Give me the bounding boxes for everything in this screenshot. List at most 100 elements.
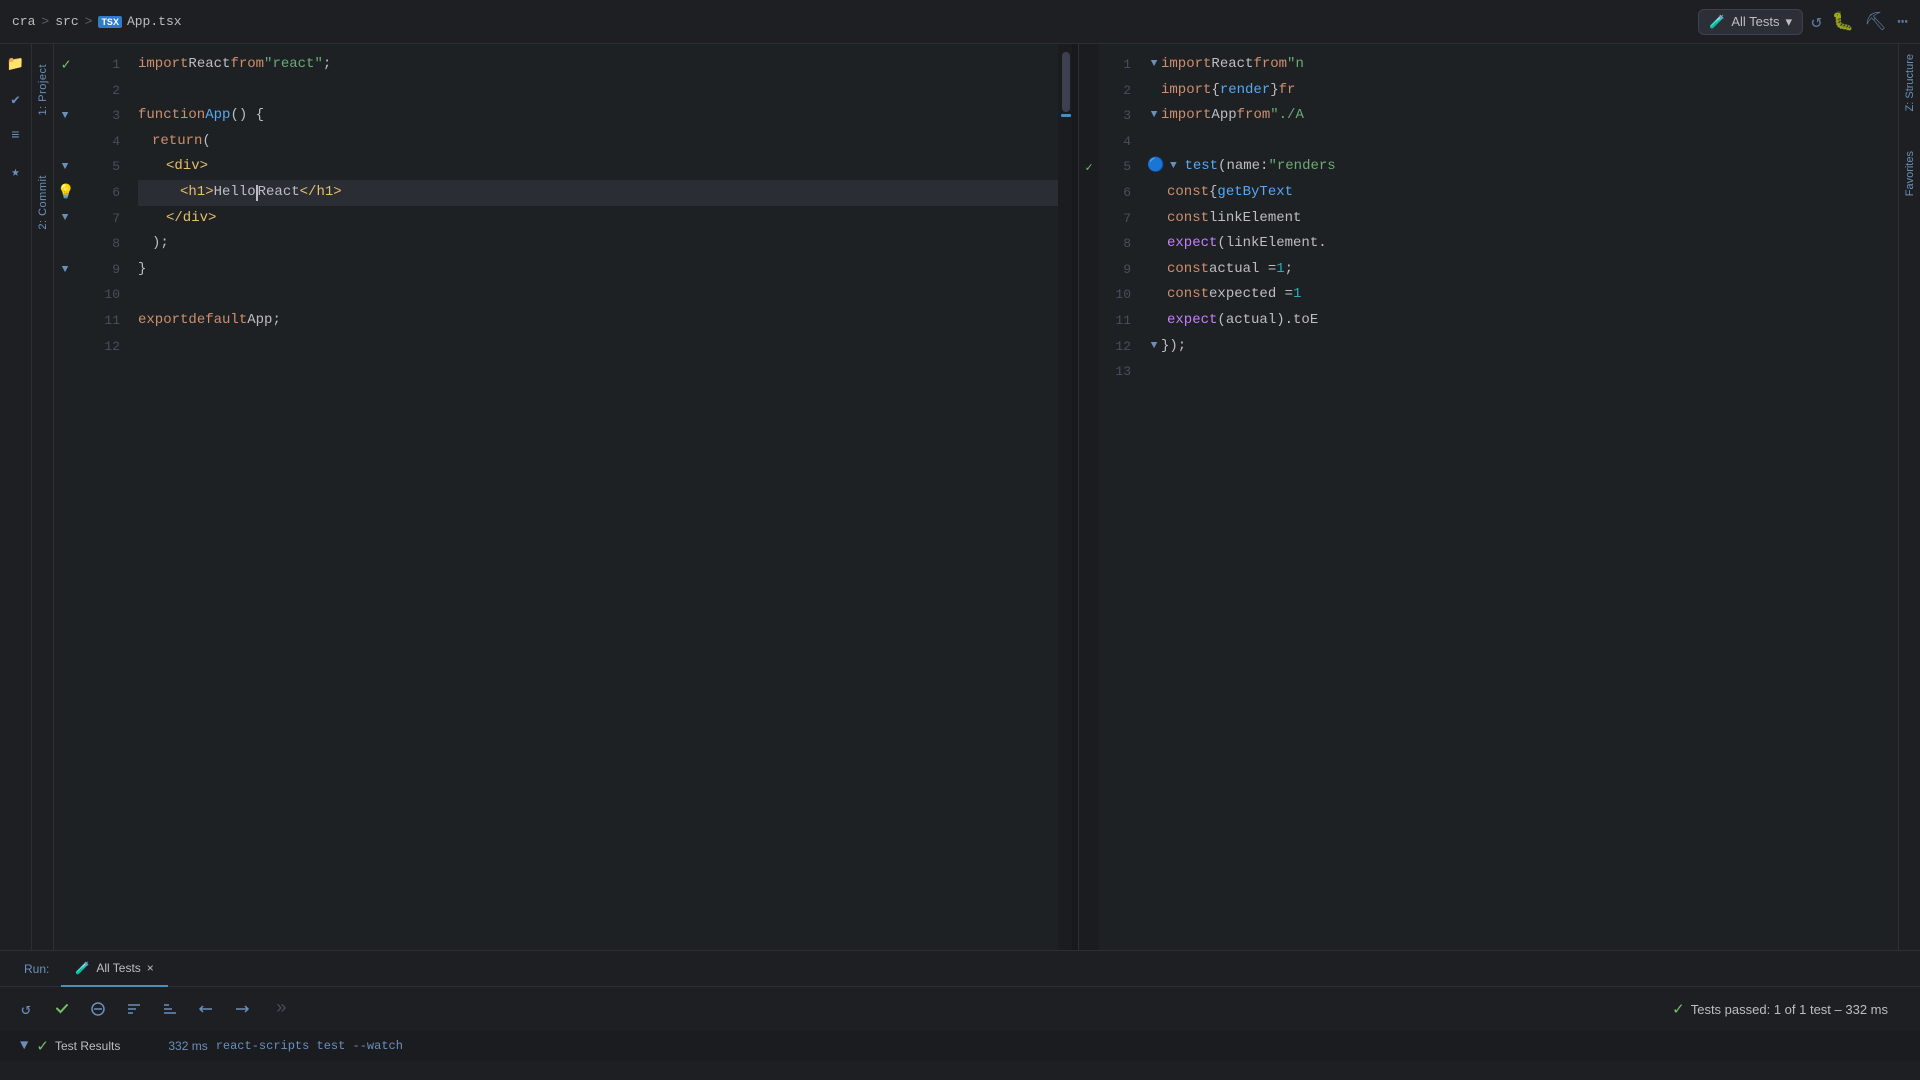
diff-gutter-8 <box>1079 231 1099 257</box>
tab-all-tests[interactable]: 🧪 All Tests × <box>61 951 167 987</box>
d-ln-8: 8 <box>1099 231 1131 257</box>
code-line-5: <div> <box>138 154 1058 180</box>
sidebar-icon-favorites[interactable]: ★ <box>4 160 28 184</box>
token-react-1: React <box>188 52 230 78</box>
d-const-7: const <box>1167 206 1209 232</box>
ln-6: 6 <box>78 180 120 206</box>
d-code-line-8: expect (linkElement. <box>1147 231 1898 257</box>
d-semi-9: ; <box>1285 257 1293 283</box>
d-num-10: 1 <box>1293 282 1301 308</box>
d-getbytext-6: getByText <box>1217 180 1293 206</box>
fold-arrow-5[interactable]: ▼ <box>58 160 72 174</box>
run-config-chevron: ▾ <box>1786 14 1793 30</box>
token-str-1: "react" <box>264 52 323 78</box>
toolbar-separator: » <box>276 999 287 1019</box>
d-ln-11: 11 <box>1099 308 1131 334</box>
skip-filter-btn[interactable] <box>84 995 112 1023</box>
breadcrumb-file[interactable]: TSX App.tsx <box>98 14 181 29</box>
d-ln-4: 4 <box>1099 129 1131 155</box>
breadcrumb-src[interactable]: src <box>55 14 78 29</box>
gutter-icons: ✓ ▼ ▼ 💡 ▼ ▼ <box>54 44 78 950</box>
tab-close-icon[interactable]: × <box>147 961 154 975</box>
d-from-1: from <box>1253 52 1287 78</box>
d-ln-3: 3 <box>1099 103 1131 129</box>
sidebar-icon-structure[interactable]: ≡ <box>4 124 28 148</box>
d-brace-6: { <box>1209 180 1217 206</box>
diff-gutter-3 <box>1079 103 1099 129</box>
diff-gutter-12 <box>1079 334 1099 360</box>
code-line-3: function App () { <box>138 103 1058 129</box>
rerun-btn[interactable]: ↺ <box>12 995 40 1023</box>
d-actual2-11: (actual).toE <box>1217 308 1318 334</box>
code-line-9: } <box>138 257 1058 283</box>
d-expect-8: expect <box>1167 231 1217 257</box>
code-line-10 <box>138 282 1058 308</box>
status-toggle[interactable]: ▼ <box>20 1038 28 1054</box>
code-line-8: ); <box>138 231 1058 257</box>
right-label-favorites[interactable]: Favorites <box>1904 151 1916 196</box>
d-test-5: test <box>1184 154 1218 180</box>
fold-arrow-3[interactable]: ▼ <box>58 109 72 123</box>
code-line-7: </div> <box>138 206 1058 232</box>
code-line-6: <h1> Hello React </h1> <box>138 180 1058 206</box>
sort-desc-btn[interactable] <box>156 995 184 1023</box>
d-fold-3: ▼ <box>1147 103 1161 129</box>
d-expected-10: expected = <box>1209 282 1293 308</box>
code-line-11: export default App ; <box>138 308 1058 334</box>
d-code-line-5: 🔵 ▼ test ( name: "renders <box>1147 154 1898 180</box>
more-toolbar-icon[interactable]: ⋯ <box>1897 11 1908 33</box>
scrollbar[interactable] <box>1058 44 1072 950</box>
sidebar-label-commit[interactable]: 2: Commit <box>37 175 49 230</box>
token-h1open-6: <h1> <box>180 180 214 206</box>
right-label-structure[interactable]: Z: Structure <box>1904 54 1916 111</box>
align-btn[interactable] <box>192 995 220 1023</box>
sort-desc-icon <box>162 1001 178 1017</box>
coverage-toolbar-icon[interactable]: ⛏ <box>1864 11 1887 33</box>
tests-passed-text: Tests passed: 1 of 1 test – 332 ms <box>1691 1002 1888 1017</box>
sidebar-icon-project[interactable]: 📁 <box>4 52 28 76</box>
breadcrumb-project[interactable]: cra <box>12 14 35 29</box>
code-content[interactable]: import React from "react" ; function App… <box>130 44 1058 950</box>
diff-gutter-9 <box>1079 257 1099 283</box>
d-code-line-11: expect (actual).toE <box>1147 308 1898 334</box>
status-tab-result: ✓ Test Results <box>36 1037 120 1055</box>
d-code-line-4 <box>1147 129 1898 155</box>
gutter-5: ▼ <box>54 154 78 180</box>
scroll-line-marker <box>1061 114 1071 117</box>
diff-gutter-1 <box>1079 52 1099 78</box>
line-numbers: 1 2 3 4 5 6 7 8 9 10 11 12 <box>78 44 130 950</box>
d-ln-9: 9 <box>1099 257 1131 283</box>
scroll-thumb[interactable] <box>1062 52 1070 112</box>
d-str-1: "n <box>1287 52 1304 78</box>
d-code-line-9: const actual = 1 ; <box>1147 257 1898 283</box>
token-return-4: return <box>152 129 202 155</box>
ln-9: 9 <box>78 257 120 283</box>
debug-toolbar-icon[interactable]: 🐛 <box>1832 11 1854 33</box>
token-export-11: export <box>138 308 188 334</box>
sort-asc-btn[interactable] <box>120 995 148 1023</box>
d-code-line-13 <box>1147 359 1898 385</box>
breadcrumb: cra > src > TSX App.tsx <box>12 14 182 29</box>
pass-icon-line1: ✓ <box>61 55 70 74</box>
diff-code-content[interactable]: ▼ import React from "n import { render }… <box>1139 44 1898 950</box>
token-semi-1: ; <box>323 52 331 78</box>
code-line-1: import React from "react" ; <box>138 52 1058 78</box>
ln-1: 1 <box>78 52 120 78</box>
d-from-3: from <box>1237 103 1271 129</box>
fold-arrow-9[interactable]: ▼ <box>58 263 72 277</box>
sidebar-icon-commit[interactable]: ✔ <box>4 88 28 112</box>
d-react-1: React <box>1211 52 1253 78</box>
rerun-toolbar-icon[interactable]: ↺ <box>1811 11 1822 33</box>
fold-arrow-7[interactable]: ▼ <box>58 211 72 225</box>
tsx-file-icon: TSX <box>98 16 122 28</box>
d-const-6: const <box>1167 180 1209 206</box>
check-filter-btn[interactable] <box>48 995 76 1023</box>
run-config-button[interactable]: 🧪 All Tests ▾ <box>1698 9 1803 35</box>
bulb-icon-6[interactable]: 💡 <box>57 184 74 201</box>
d-green-icon-5: 🔵 <box>1147 154 1164 180</box>
token-paren-3: () { <box>230 103 264 129</box>
align2-btn[interactable] <box>228 995 256 1023</box>
top-bar: cra > src > TSX App.tsx 🧪 All Tests ▾ ↺ … <box>0 0 1920 44</box>
sidebar-label-project[interactable]: 1: Project <box>37 64 49 115</box>
d-code-line-12: ▼ }); <box>1147 334 1898 360</box>
